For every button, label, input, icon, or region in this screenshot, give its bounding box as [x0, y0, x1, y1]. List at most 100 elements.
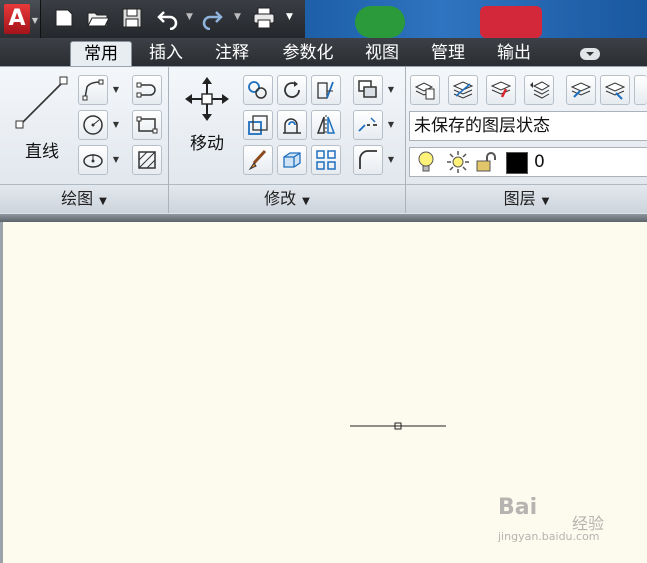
layers-panel-footer[interactable]: 图层 ▼: [406, 184, 647, 213]
circle-button[interactable]: [78, 110, 108, 140]
stretch-button[interactable]: [243, 110, 273, 140]
rotate-button[interactable]: [277, 75, 307, 105]
offset-3d-button[interactable]: [277, 145, 307, 175]
layer-state-combo[interactable]: 未保存的图层状态: [409, 111, 647, 141]
chevron-down-icon: ▼: [541, 196, 550, 207]
save-button[interactable]: [120, 6, 144, 30]
redo-icon: [202, 11, 223, 31]
chamfer-dropdown[interactable]: ▼: [384, 145, 398, 175]
layer-isolate-icon: [570, 82, 592, 98]
tab-home[interactable]: 常用: [70, 41, 132, 67]
modify-panel-footer[interactable]: 修改 ▼: [169, 184, 405, 213]
layer-properties-button[interactable]: [410, 75, 440, 105]
undo-dropdown-icon[interactable]: ▼: [186, 12, 193, 22]
save-icon: [122, 8, 142, 28]
crosshair-cursor-icon: [350, 422, 446, 430]
tab-view[interactable]: 视图: [356, 41, 408, 66]
array-icon: [316, 150, 336, 170]
draw-order-button[interactable]: [353, 75, 383, 105]
ellipse-button[interactable]: [78, 145, 108, 175]
arc-corner-icon: [359, 150, 377, 169]
redo-dropdown-icon[interactable]: ▼: [234, 12, 241, 22]
trim-icon: [317, 81, 334, 99]
watermark-url: jingyan.baidu.com: [498, 530, 600, 543]
layer-stack-icon: [452, 81, 474, 99]
tab-annotate[interactable]: 注释: [206, 41, 258, 66]
plot-button[interactable]: [252, 6, 276, 30]
copy-icon: [248, 81, 267, 99]
ribbon: 直线 ▼ ▼ ▼ 绘图 ▼ 移动 ▼ ▼ ▼ 修改 ▼ 未保存的图层状态 0 图…: [0, 66, 647, 215]
draw-order-icon: [358, 80, 377, 98]
desktop-background-strip: [305, 0, 647, 38]
chevron-down-icon: ▼: [302, 196, 310, 207]
ellipse-dropdown[interactable]: ▼: [109, 145, 123, 175]
copy-button[interactable]: [243, 75, 273, 105]
quick-access-toolbar: A ▼ ▼ ▼ ▼: [0, 0, 647, 38]
polyline-icon: [82, 79, 104, 101]
folder-open-icon: [87, 12, 110, 27]
mirror-button[interactable]: [311, 110, 341, 140]
polyline-button[interactable]: [78, 75, 108, 105]
modify-panel: 移动 ▼ ▼ ▼ 修改 ▼: [169, 67, 406, 213]
undo-button[interactable]: [156, 6, 180, 31]
redo-button[interactable]: [200, 6, 224, 31]
drawing-canvas[interactable]: [0, 222, 647, 563]
open-file-button[interactable]: [86, 6, 110, 30]
customize-toolbar-icon[interactable]: ▼: [286, 12, 293, 22]
move-icon: [185, 77, 229, 121]
layer-more-button[interactable]: [634, 75, 647, 105]
circle-dropdown[interactable]: ▼: [109, 110, 123, 140]
current-layer-name: 0: [534, 152, 545, 172]
chamfer-button[interactable]: [353, 145, 383, 175]
layer-freeze-button[interactable]: [600, 75, 630, 105]
new-file-button[interactable]: [52, 6, 76, 30]
modify-panel-label: 修改: [264, 189, 297, 208]
array-button[interactable]: [311, 145, 341, 175]
watermark-brand: Bai: [498, 495, 538, 520]
tab-output[interactable]: 输出: [488, 41, 540, 66]
background-green-icon: [355, 6, 405, 38]
move-button[interactable]: 移动: [177, 75, 237, 175]
layer-isolate-button[interactable]: [566, 75, 596, 105]
stretch-icon: [248, 115, 268, 135]
application-menu-button[interactable]: A ▼: [0, 0, 41, 38]
ellipse-icon: [83, 154, 103, 168]
hatch-button[interactable]: [132, 145, 162, 175]
tab-parametric[interactable]: 参数化: [272, 41, 344, 66]
layer-match-button[interactable]: [486, 75, 516, 105]
layer-previous-button[interactable]: [524, 75, 554, 105]
line-tool-icon: [15, 76, 68, 129]
trim-button[interactable]: [311, 75, 341, 105]
line-button[interactable]: 直线: [12, 73, 72, 183]
line-label: 直线: [25, 142, 59, 162]
polyline-dropdown[interactable]: ▼: [109, 75, 123, 105]
chevron-down-icon: ▼: [99, 196, 107, 207]
draw-order-dropdown[interactable]: ▼: [384, 75, 398, 105]
minimize-ribbon-button[interactable]: [580, 48, 600, 60]
spline-button[interactable]: [132, 75, 162, 105]
erase-button[interactable]: [243, 145, 273, 175]
autocad-logo-icon: A: [4, 4, 30, 34]
layer-previous-icon: [530, 81, 550, 99]
mirror-icon: [316, 115, 336, 135]
tab-insert[interactable]: 插入: [140, 41, 192, 66]
fillet-button[interactable]: [277, 110, 307, 140]
layer-properties-icon: [414, 82, 435, 100]
current-layer-combo[interactable]: 0: [409, 147, 647, 177]
circle-icon: [83, 115, 103, 135]
explode-dropdown[interactable]: ▼: [384, 110, 398, 140]
chevron-down-icon: ▼: [31, 16, 38, 25]
ribbon-tab-bar: 常用 插入 注释 参数化 视图 管理 输出: [0, 38, 647, 67]
rectangle-icon: [136, 116, 158, 134]
printer-icon: [253, 7, 275, 29]
3d-box-icon: [283, 152, 301, 168]
lightbulb-icon: [418, 151, 434, 172]
rectangle-button[interactable]: [132, 110, 162, 140]
new-file-icon: [55, 9, 73, 27]
layer-states-button[interactable]: [448, 75, 478, 105]
tab-manage[interactable]: 管理: [422, 41, 474, 66]
layers-panel-label: 图层: [503, 189, 536, 208]
explode-button[interactable]: [353, 110, 383, 140]
layers-panel: 未保存的图层状态 0 图层 ▼: [406, 67, 647, 213]
draw-panel-footer[interactable]: 绘图 ▼: [0, 184, 168, 213]
